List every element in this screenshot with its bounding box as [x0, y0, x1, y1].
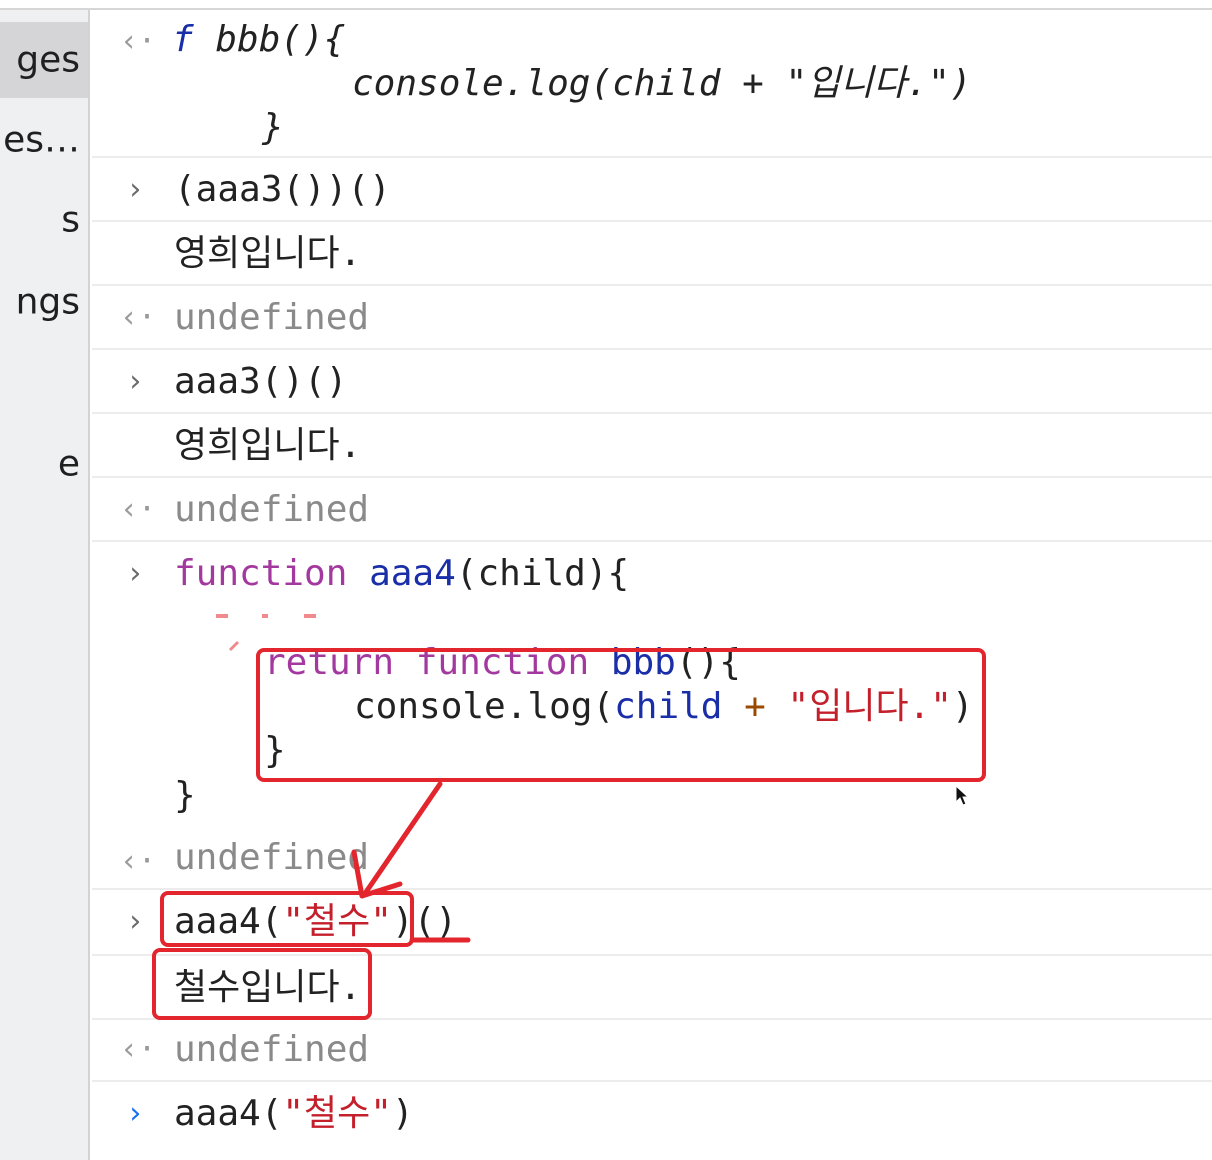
input-chevron-icon: ›	[125, 172, 145, 207]
sidebar-item-2[interactable]: es…	[0, 102, 88, 178]
result-arrow-icon: ‹·	[120, 844, 157, 879]
console-input-row[interactable]: › (aaa3())()	[92, 158, 1212, 222]
code-line[interactable]: }	[174, 774, 196, 818]
result-arrow-icon: ‹·	[120, 300, 157, 335]
result-line: console.log(child + "입니다.")	[352, 63, 972, 104]
result-text: bbb(){	[215, 19, 346, 60]
console-result-row: ‹· undefined	[92, 478, 1212, 542]
input-text[interactable]: aaa3()()	[174, 360, 347, 404]
result-text: undefined	[174, 489, 370, 530]
log-text: 영희입니다.	[174, 233, 362, 274]
keyword-function: function	[174, 553, 348, 594]
sidebar-item-5[interactable]: e	[0, 426, 88, 502]
result-line: }	[262, 107, 284, 148]
code-call: aaa4(	[174, 1093, 283, 1134]
input-chevron-icon: ›	[125, 556, 145, 591]
result-text: undefined	[174, 297, 370, 338]
sidebar-item-label: e	[57, 443, 80, 485]
result-line: f bbb(){	[172, 18, 345, 62]
result-text: undefined	[174, 837, 370, 878]
sidebar-item-label: s	[61, 199, 80, 241]
input-text[interactable]: (aaa3())()	[174, 168, 391, 212]
result-text: undefined	[174, 1029, 370, 1070]
console-input-row[interactable]: › aaa3()()	[92, 350, 1212, 414]
annotation-box-log-output	[152, 948, 372, 1020]
code-close: )	[391, 1093, 414, 1134]
log-text: 영희입니다.	[174, 425, 362, 466]
annotation-box-call-arg	[160, 891, 414, 947]
sidebar-item-label: es…	[3, 119, 80, 161]
console-log-row: 영희입니다.	[92, 222, 1212, 286]
code-line[interactable]: function aaa4(child){	[174, 552, 629, 596]
result-arrow-icon: ‹·	[120, 492, 157, 527]
sidebar-item-label: ngs	[15, 281, 80, 323]
sidebar-item-label: ges	[16, 39, 80, 81]
result-arrow-icon: ‹·	[120, 1032, 157, 1067]
top-border	[0, 0, 1212, 10]
sidebar-item-settings[interactable]: ngs	[0, 264, 88, 340]
console-input-row[interactable]: › aaa4("철수")	[92, 1082, 1212, 1160]
input-chevron-icon: ›	[125, 904, 145, 939]
function-marker: f	[172, 19, 194, 60]
function-name: aaa4	[369, 553, 456, 594]
console-result-row: ‹· undefined	[92, 1020, 1212, 1082]
code-string: "철수"	[282, 1093, 392, 1134]
console-log-row: 영희입니다.	[92, 414, 1212, 478]
sidebar-item-3[interactable]: s	[0, 182, 88, 258]
function-params: (child){	[455, 553, 630, 594]
result-arrow-icon: ‹·	[120, 24, 157, 59]
console-prompt-input[interactable]: aaa4("철수")	[174, 1092, 414, 1136]
input-chevron-icon: ›	[125, 1096, 145, 1131]
sidebar-item-pages[interactable]: ges	[0, 22, 88, 98]
annotation-box-inner-function	[256, 648, 986, 782]
console-result-row: ‹· undefined	[92, 832, 1212, 890]
input-chevron-icon: ›	[125, 364, 145, 399]
sidebar: ges es… s ngs e	[0, 10, 90, 1160]
code-invoke: ()	[413, 901, 458, 942]
console-result-row: ‹· undefined	[92, 286, 1212, 350]
console-result-row: ‹· f bbb(){ console.log(child + "입니다.") …	[92, 10, 1212, 158]
